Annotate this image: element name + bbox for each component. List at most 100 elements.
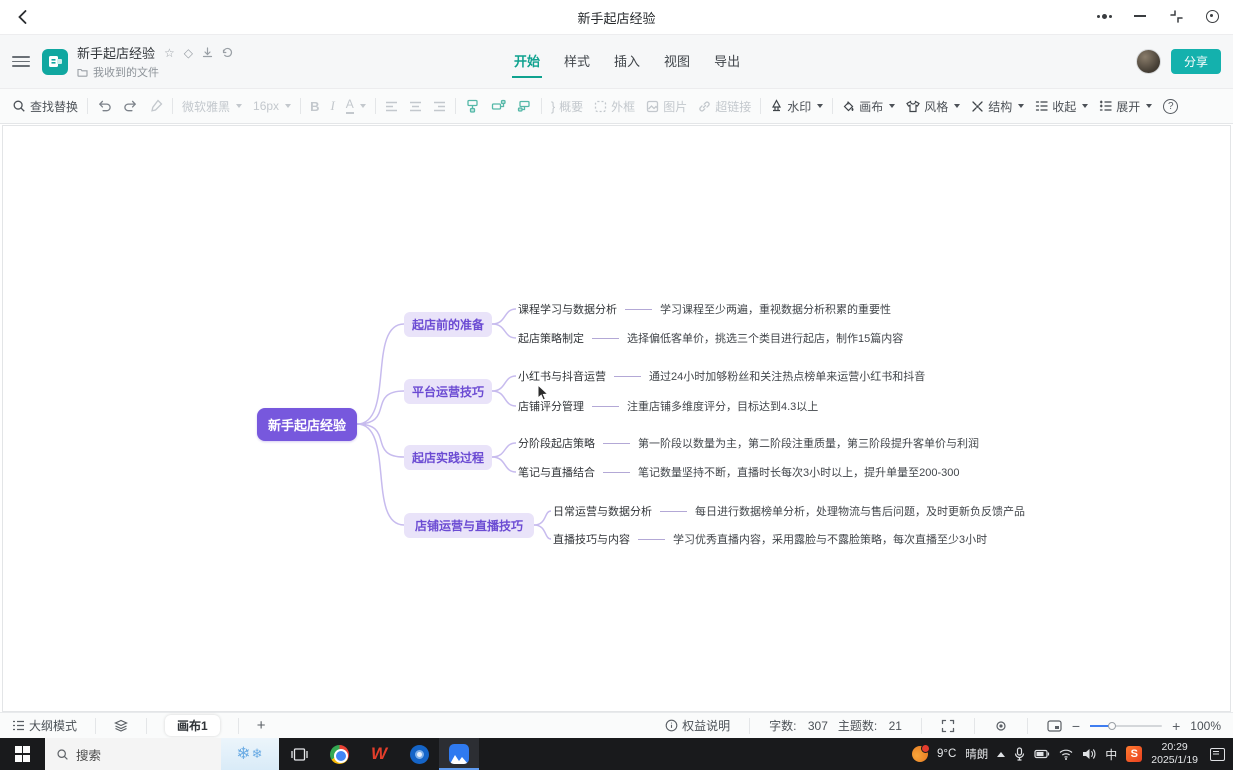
mindmap-app-icon[interactable]	[439, 738, 479, 770]
font-color-button[interactable]: A	[346, 98, 366, 113]
battery-icon[interactable]	[1034, 749, 1050, 759]
microphone-icon[interactable]	[1014, 747, 1025, 761]
tab-view[interactable]: 视图	[662, 45, 692, 78]
minimize-icon[interactable]	[1129, 4, 1151, 28]
branch-node-3[interactable]: 起店实践过程	[404, 445, 492, 470]
font-family-select[interactable]: 微软雅黑	[182, 98, 242, 115]
share-button[interactable]: 分享	[1171, 49, 1221, 74]
snowflake-icon: ❄	[236, 744, 251, 764]
history-icon[interactable]	[222, 47, 233, 58]
zoom-slider[interactable]	[1090, 725, 1162, 727]
bold-button[interactable]: B	[310, 99, 319, 114]
font-size-select[interactable]: 16px	[253, 99, 291, 113]
canvas-tab[interactable]: 画布1	[165, 715, 220, 736]
insert-child-topic-button[interactable]	[465, 99, 480, 114]
style-button[interactable]: 风格	[906, 98, 960, 115]
chevron-down-icon	[954, 104, 960, 108]
insert-sibling-topic-button[interactable]	[491, 99, 506, 114]
tab-start[interactable]: 开始	[512, 45, 542, 78]
child-topic[interactable]: 课程学习与数据分析	[518, 301, 617, 317]
file-location[interactable]: 我收到的文件	[93, 64, 159, 80]
download-icon[interactable]	[202, 47, 213, 58]
image-button[interactable]: 图片	[646, 98, 687, 115]
summary-button[interactable]: }概要	[551, 98, 583, 115]
child-desc[interactable]: 通过24小时加够粉丝和关注热点榜单来运营小红书和抖音	[649, 368, 925, 384]
rights-info-button[interactable]: 权益说明	[665, 717, 730, 734]
find-replace-button[interactable]: 查找替换	[12, 98, 78, 115]
redo-button[interactable]	[123, 99, 138, 113]
layers-icon[interactable]	[114, 719, 128, 732]
child-desc[interactable]: 每日进行数据榜单分析，处理物流与售后问题，及时更新负反馈产品	[695, 503, 1025, 519]
user-avatar[interactable]	[1136, 49, 1161, 74]
hidden-icons-chevron[interactable]	[997, 752, 1005, 757]
child-topic[interactable]: 笔记与直播结合	[518, 464, 595, 480]
start-button[interactable]	[0, 738, 45, 770]
child-topic[interactable]: 小红书与抖音运营	[518, 368, 606, 384]
outline-mode-button[interactable]: 大纲模式	[12, 717, 77, 734]
tag-icon[interactable]: ◇	[184, 47, 193, 59]
italic-button[interactable]: I	[330, 98, 334, 114]
minimap-icon[interactable]	[1047, 720, 1062, 732]
child-topic[interactable]: 日常运营与数据分析	[553, 503, 652, 519]
close-icon[interactable]	[1201, 4, 1223, 28]
hyperlink-button[interactable]: 超链接	[698, 98, 751, 115]
help-icon[interactable]: ?	[1163, 99, 1178, 114]
tab-style[interactable]: 样式	[562, 45, 592, 78]
taskbar-clock[interactable]: 20:29 2025/1/19	[1151, 741, 1198, 766]
zoom-in-button[interactable]: +	[1172, 718, 1180, 734]
wifi-icon[interactable]	[1059, 749, 1073, 760]
branch-node-1[interactable]: 起店前的准备	[404, 312, 492, 337]
collapse-button[interactable]: 收起	[1035, 98, 1088, 115]
weather-text[interactable]: 晴朗	[965, 746, 988, 762]
canvas-button[interactable]: 画布	[842, 98, 895, 115]
add-canvas-button[interactable]: +	[257, 717, 266, 734]
task-view-button[interactable]	[279, 738, 319, 770]
taskbar-search-input[interactable]: 搜索	[45, 738, 221, 770]
chrome-icon[interactable]	[319, 738, 359, 770]
child-desc[interactable]: 注重店铺多维度评分，目标达到4.3以上	[627, 398, 818, 414]
mindmap-canvas[interactable]: 新手起店经验 起店前的准备 平台运营技巧 起店实践过程 店铺运营与直播技巧 课程…	[2, 125, 1231, 712]
align-left-button[interactable]	[385, 101, 398, 112]
format-painter-button[interactable]	[149, 99, 163, 113]
menu-icon[interactable]	[12, 53, 30, 71]
child-topic[interactable]: 起店策略制定	[518, 330, 584, 346]
frame-icon	[594, 100, 607, 113]
child-topic[interactable]: 分阶段起店策略	[518, 435, 595, 451]
child-desc[interactable]: 第一阶段以数量为主，第二阶段注重质量，第三阶段提升客单价与利润	[638, 435, 979, 451]
align-right-button[interactable]	[433, 101, 446, 112]
frame-button[interactable]: 外框	[594, 98, 635, 115]
structure-button[interactable]: 结构	[971, 98, 1024, 115]
insert-parent-topic-button[interactable]	[517, 99, 532, 114]
zoom-out-button[interactable]: −	[1072, 718, 1080, 734]
mindmap-root-node[interactable]: 新手起店经验	[257, 408, 357, 441]
child-desc[interactable]: 选择偏低客单价，挑选三个类目进行起店，制作15篇内容	[627, 330, 903, 346]
more-icon[interactable]	[1093, 4, 1115, 28]
undo-button[interactable]	[97, 99, 112, 113]
ime-indicator[interactable]: 中	[1105, 746, 1117, 763]
watermark-button[interactable]: 水印	[770, 98, 823, 115]
child-desc[interactable]: 笔记数量坚持不断，直播时长每次3小时以上，提升单量至200-300	[638, 464, 960, 480]
tab-insert[interactable]: 插入	[612, 45, 642, 78]
favorite-star-icon[interactable]: ☆	[164, 47, 175, 59]
weather-widget[interactable]: ❄❄	[221, 738, 279, 770]
fullscreen-icon[interactable]	[941, 719, 955, 733]
blue-app-icon[interactable]	[399, 738, 439, 770]
volume-icon[interactable]	[1082, 748, 1096, 760]
tab-export[interactable]: 导出	[712, 45, 742, 78]
child-desc[interactable]: 学习优秀直播内容，采用露脸与不露脸策略，每次直播至少3小时	[673, 531, 987, 547]
wps-icon[interactable]: W	[359, 738, 399, 770]
child-desc[interactable]: 学习课程至少两遍，重视数据分析积累的重要性	[660, 301, 891, 317]
weather-alert-icon[interactable]	[912, 746, 928, 762]
child-topic[interactable]: 直播技巧与内容	[553, 531, 630, 547]
temperature[interactable]: 9°C	[937, 748, 956, 760]
expand-button[interactable]: 展开	[1099, 98, 1152, 115]
branch-node-4[interactable]: 店铺运营与直播技巧	[404, 513, 534, 538]
align-center-button[interactable]	[409, 101, 422, 112]
branch-node-2[interactable]: 平台运营技巧	[404, 379, 492, 404]
sogou-icon[interactable]: S	[1126, 746, 1142, 762]
app-logo-icon[interactable]	[42, 49, 68, 75]
child-topic[interactable]: 店铺评分管理	[518, 398, 584, 414]
locate-center-icon[interactable]	[994, 719, 1008, 733]
notification-center-icon[interactable]	[1210, 748, 1225, 761]
restore-icon[interactable]	[1165, 4, 1187, 28]
